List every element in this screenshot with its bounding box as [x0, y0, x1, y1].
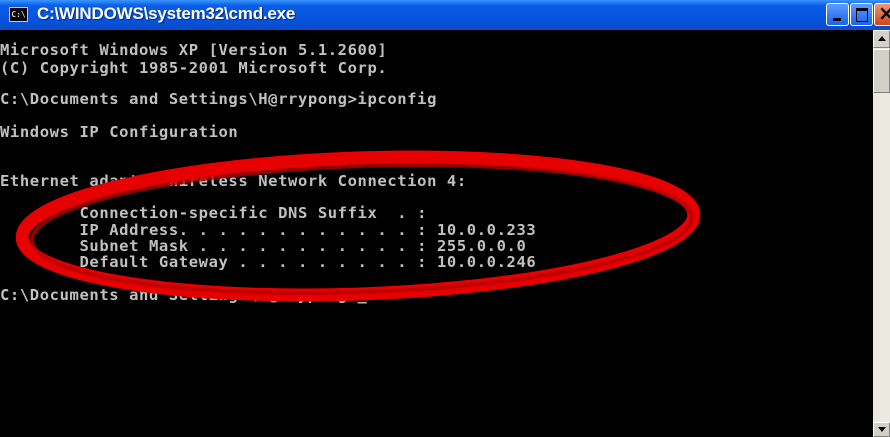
window-title: C:\WINDOWS\system32\cmd.exe [37, 4, 296, 23]
console-line: (C) Copyright 1985-2001 Microsoft Corp. [0, 59, 388, 77]
console-line: Windows IP Configuration [0, 123, 239, 141]
scroll-up-icon[interactable] [873, 30, 890, 48]
scroll-down-icon[interactable] [873, 422, 890, 437]
console-output[interactable]: Microsoft Windows XP [Version 5.1.2600] … [0, 30, 873, 437]
vertical-scrollbar[interactable] [873, 30, 890, 437]
console-line: Default Gateway . . . . . . . . . : 10.0… [0, 253, 537, 271]
console-line: C:\Documents and Settings\H@rrypong>ipco… [0, 90, 437, 108]
close-icon[interactable] [874, 1, 890, 26]
console-icon[interactable]: C:\ [9, 7, 28, 22]
scroll-thumb[interactable] [873, 49, 890, 93]
console-line: Microsoft Windows XP [Version 5.1.2600] [0, 41, 388, 59]
maximize-icon[interactable] [850, 3, 873, 26]
title-bar[interactable]: C:\ C:\WINDOWS\system32\cmd.exe [0, 0, 890, 30]
console-line: Ethernet adapter Wireless Network Connec… [0, 172, 467, 190]
console-line: C:\Documents and Settings\H@rrypong>_ [0, 286, 368, 304]
minimize-icon[interactable] [826, 3, 849, 26]
cmd-window: C:\ C:\WINDOWS\system32\cmd.exe Microsof… [0, 0, 890, 437]
